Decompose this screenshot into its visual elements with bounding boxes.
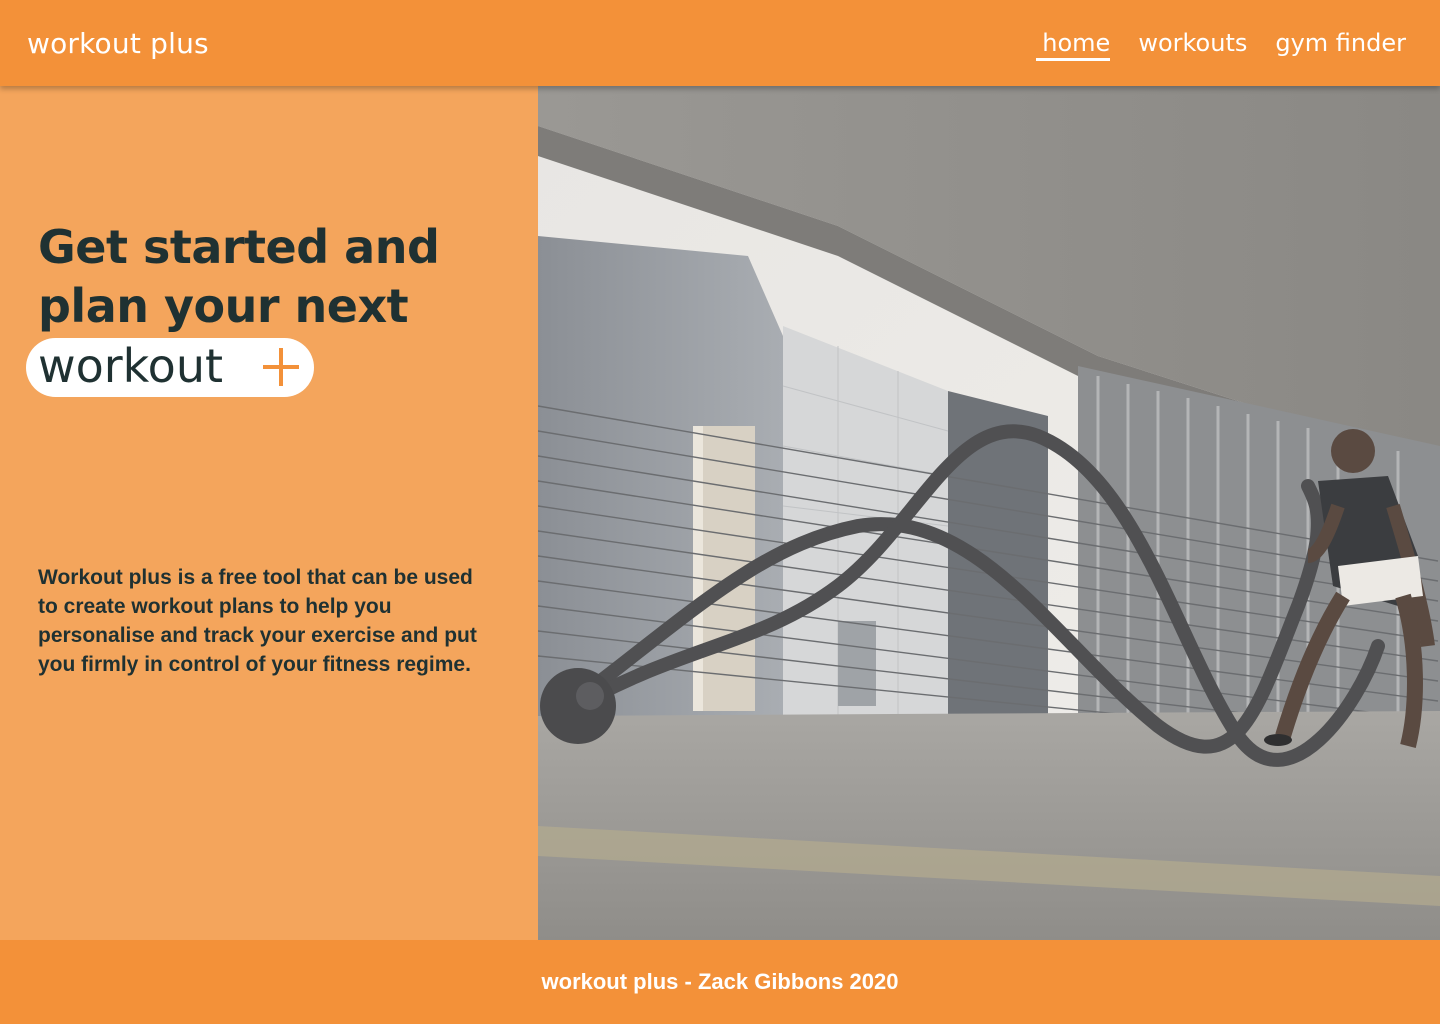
new-workout-button[interactable]: workout [26,338,314,397]
page-footer: workout plus - Zack Gibbons 2020 [0,940,1440,1024]
new-workout-label: workout [38,339,224,393]
top-navbar: workout plus home workouts gym finder [0,0,1440,86]
nav-link-home[interactable]: home [1036,29,1111,61]
nav-link-workouts[interactable]: workouts [1138,29,1247,57]
brand-logo-text[interactable]: workout plus [27,27,209,60]
headline-line-2: plan your next [38,279,409,333]
page-headline: Get started and plan your next [38,218,518,336]
hero-image-battle-ropes [538,86,1440,940]
nav-link-gym-finder[interactable]: gym finder [1275,29,1406,57]
footer-credit: workout plus - Zack Gibbons 2020 [541,969,899,994]
intro-description: Workout plus is a free tool that can be … [38,566,477,676]
intro-panel [0,86,538,940]
headline-line-1: Get started and [38,220,440,274]
main-nav: home workouts gym finder [1036,29,1406,61]
plus-icon [261,346,301,388]
